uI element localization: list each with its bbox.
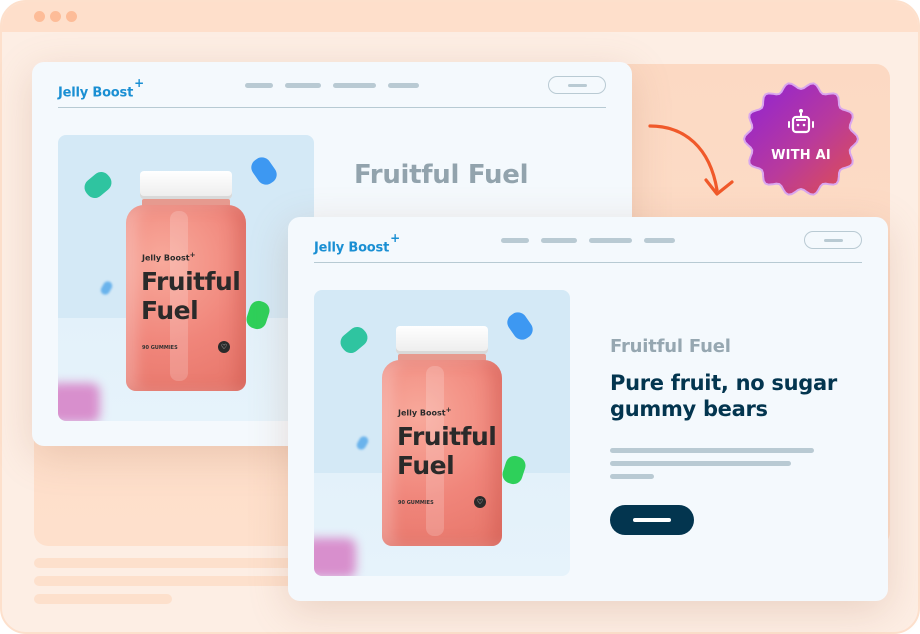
- body-text-placeholder: [610, 461, 791, 466]
- brand-logo[interactable]: Jelly Boost+: [314, 231, 400, 256]
- nav-link-placeholder[interactable]: [245, 83, 273, 88]
- header-divider: [58, 107, 606, 108]
- nav-link-placeholder[interactable]: [285, 83, 321, 88]
- cta-button[interactable]: [610, 505, 694, 535]
- robot-icon: [788, 109, 814, 134]
- nav-link-placeholder[interactable]: [501, 238, 529, 243]
- window-maximize-dot[interactable]: [66, 11, 77, 22]
- gummy-bear-blurred: [99, 279, 114, 297]
- gummy-bear-teal: [80, 168, 116, 202]
- cta-label-placeholder: [633, 518, 671, 522]
- jar-product-name: Fruitful Fuel: [397, 422, 497, 480]
- product-eyebrow: Fruitful Fuel: [610, 336, 731, 357]
- button-label-placeholder: [568, 84, 587, 87]
- nav-link-placeholder[interactable]: [644, 238, 675, 243]
- background-text-line: [34, 576, 304, 586]
- gummy-jar: Jelly Boost+ Fruitful Fuel 90 GUMMIES ♡: [126, 171, 246, 391]
- logo-plus-mark: +: [390, 231, 400, 245]
- product-image: Jelly Boost+ Fruitful Fuel 90 GUMMIES ♡: [314, 290, 570, 576]
- with-ai-badge: WITH AI: [742, 80, 860, 198]
- nav-link-placeholder[interactable]: [388, 83, 419, 88]
- browser-title-bar: [2, 2, 918, 32]
- scalloped-badge-shape: [742, 82, 860, 196]
- jar-count-label: 90 GUMMIES: [398, 500, 434, 506]
- logo-plus-mark: +: [134, 76, 144, 90]
- body-text-placeholder: [610, 474, 654, 479]
- window-close-dot[interactable]: [34, 11, 45, 22]
- background-text-line: [34, 558, 304, 568]
- curved-arrow-icon: [648, 124, 734, 196]
- button-label-placeholder: [824, 239, 843, 242]
- gummy-bear-blurred-pink: [314, 538, 356, 576]
- logo-text: Jelly Boost: [58, 85, 134, 101]
- heart-icon: ♡: [218, 341, 230, 353]
- new-page-card: Jelly Boost+ Jelly Boost+ Fruitful Fuel 9…: [288, 217, 888, 601]
- nav-link-placeholder[interactable]: [541, 238, 577, 243]
- gummy-bear-teal: [336, 323, 372, 357]
- heart-icon: ♡: [474, 496, 486, 508]
- jar-product-name: Fruitful Fuel: [141, 267, 241, 325]
- jar-cap: [396, 326, 488, 354]
- gummy-bear-green: [244, 298, 272, 332]
- gummy-bear-blue: [503, 308, 537, 344]
- body-text-placeholder: [610, 448, 814, 453]
- product-heading: Pure fruit, no sugar gummy bears: [610, 371, 837, 421]
- background-text-line: [34, 594, 172, 604]
- old-page-title: Fruitful Fuel: [354, 160, 529, 190]
- gummy-bear-blurred: [355, 434, 370, 452]
- logo-text: Jelly Boost: [314, 240, 390, 256]
- brand-logo[interactable]: Jelly Boost+: [58, 76, 144, 101]
- gummy-bear-green: [500, 453, 528, 487]
- gummy-bear-blurred-pink: [58, 383, 100, 421]
- window-minimize-dot[interactable]: [50, 11, 61, 22]
- gummy-bear-blue: [247, 153, 281, 189]
- product-image: Jelly Boost+ Fruitful Fuel 90 GUMMIES ♡: [58, 135, 314, 421]
- nav-link-placeholder[interactable]: [333, 83, 376, 88]
- jar-cap: [140, 171, 232, 199]
- jar-brand-label: Jelly Boost+: [142, 251, 196, 263]
- header-divider: [314, 262, 862, 263]
- badge-label: WITH AI: [771, 148, 831, 163]
- header-button[interactable]: [548, 76, 606, 94]
- jar-brand-label: Jelly Boost+: [398, 406, 452, 418]
- nav-link-placeholder[interactable]: [589, 238, 632, 243]
- gummy-jar: Jelly Boost+ Fruitful Fuel 90 GUMMIES ♡: [382, 326, 502, 546]
- header-button[interactable]: [804, 231, 862, 249]
- jar-count-label: 90 GUMMIES: [142, 345, 178, 351]
